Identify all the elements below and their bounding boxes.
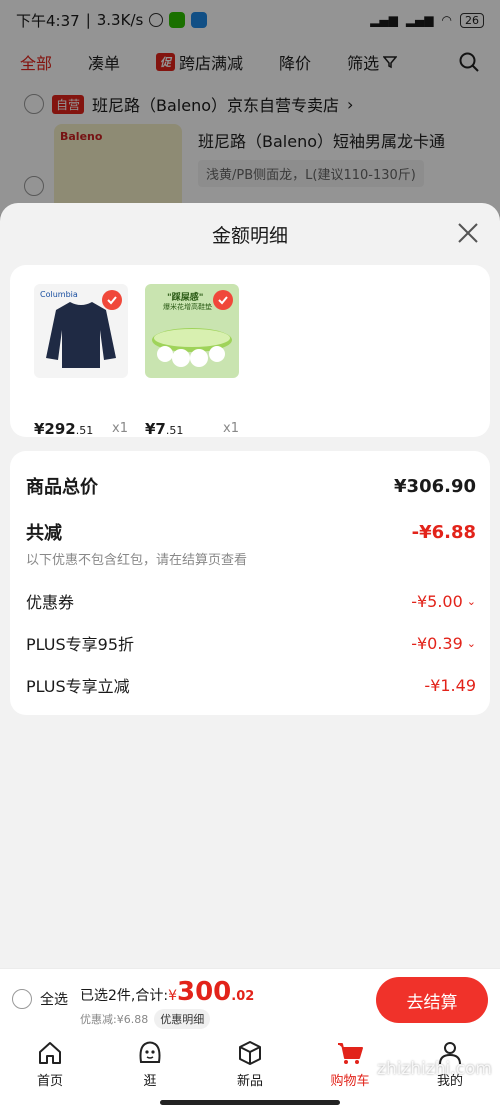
discount-hint: 以下优惠不包含红包，请在结算页查看	[26, 553, 248, 568]
tab-home[interactable]: 首页	[0, 1030, 100, 1111]
discount-line: 优惠减:¥6.88 优惠明细	[80, 1009, 211, 1029]
box-icon	[239, 1041, 261, 1065]
coupon-value: -¥5.00	[411, 591, 463, 611]
home-icon	[39, 1042, 61, 1064]
sheet-title: 金额明细	[211, 225, 288, 247]
brand-logo: Columbia	[40, 290, 78, 299]
checkout-bar: 全选 已选2件,合计: ¥ 300 .02 优惠减:¥6.88 优惠明细 去结算	[0, 968, 500, 1030]
discount-detail-button[interactable]: 优惠明细	[154, 1009, 211, 1029]
select-all-radio[interactable]	[12, 989, 32, 1009]
item-price: ¥7.51	[145, 420, 184, 438]
checked-icon	[102, 290, 122, 310]
watermark: zhizhizhi.com	[377, 1059, 492, 1079]
plus-95-row[interactable]: PLUS专享95折 -¥0.39 ⌄	[26, 631, 476, 655]
close-icon[interactable]	[456, 221, 480, 245]
tab-new[interactable]: 新品	[200, 1030, 300, 1111]
total-price-row: 商品总价 ¥306.90	[26, 475, 476, 499]
total-amount: 300	[177, 977, 232, 1007]
insole-desc: 爆米花增高鞋垫	[163, 303, 212, 311]
coupon-row[interactable]: 优惠券 -¥5.00 ⌄	[26, 589, 476, 613]
total-reduction-row: 共减 -¥6.88	[26, 521, 476, 545]
product-image-sweater: Columbia	[34, 284, 128, 378]
list-item[interactable]: Columbia ¥292.51 x1	[34, 284, 128, 438]
total-reduction-value: -¥6.88	[411, 521, 476, 543]
home-indicator[interactable]	[160, 1100, 340, 1105]
item-quantity: x1	[112, 421, 128, 436]
bottom-tab-bar: 首页 逛 新品 购物车 我的 zhizhizhi.com	[0, 1030, 500, 1111]
items-card: Columbia ¥292.51 x1 "踩屎感" 爆米花增高鞋垫 ¥7.51 …	[10, 265, 490, 438]
item-quantity: x1	[223, 421, 239, 436]
mascot-icon	[139, 1041, 161, 1063]
checked-icon	[213, 290, 233, 310]
checkout-button[interactable]: 去结算	[376, 977, 488, 1023]
chevron-down-icon: ⌄	[466, 594, 476, 608]
item-price: ¥292.51	[34, 420, 94, 438]
list-item[interactable]: "踩屎感" 爆米花增高鞋垫 ¥7.51 x1	[145, 284, 239, 438]
cart-icon	[338, 1043, 363, 1064]
chevron-down-icon: ⌄	[466, 636, 476, 650]
total-line: 已选2件,合计: ¥ 300 .02	[80, 977, 255, 1007]
plus-cut-row: PLUS专享立减 -¥1.49	[26, 675, 476, 697]
plus-95-value: -¥0.39	[411, 633, 463, 653]
price-summary-card: 商品总价 ¥306.90 共减 -¥6.88 以下优惠不包含红包，请在结算页查看…	[10, 451, 490, 715]
tab-browse[interactable]: 逛	[100, 1030, 200, 1111]
total-price-value: ¥306.90	[394, 475, 476, 497]
plus-cut-value: -¥1.49	[424, 675, 476, 695]
select-all-toggle[interactable]: 全选	[12, 989, 68, 1009]
product-image-insole: "踩屎感" 爆米花增高鞋垫	[145, 284, 239, 378]
